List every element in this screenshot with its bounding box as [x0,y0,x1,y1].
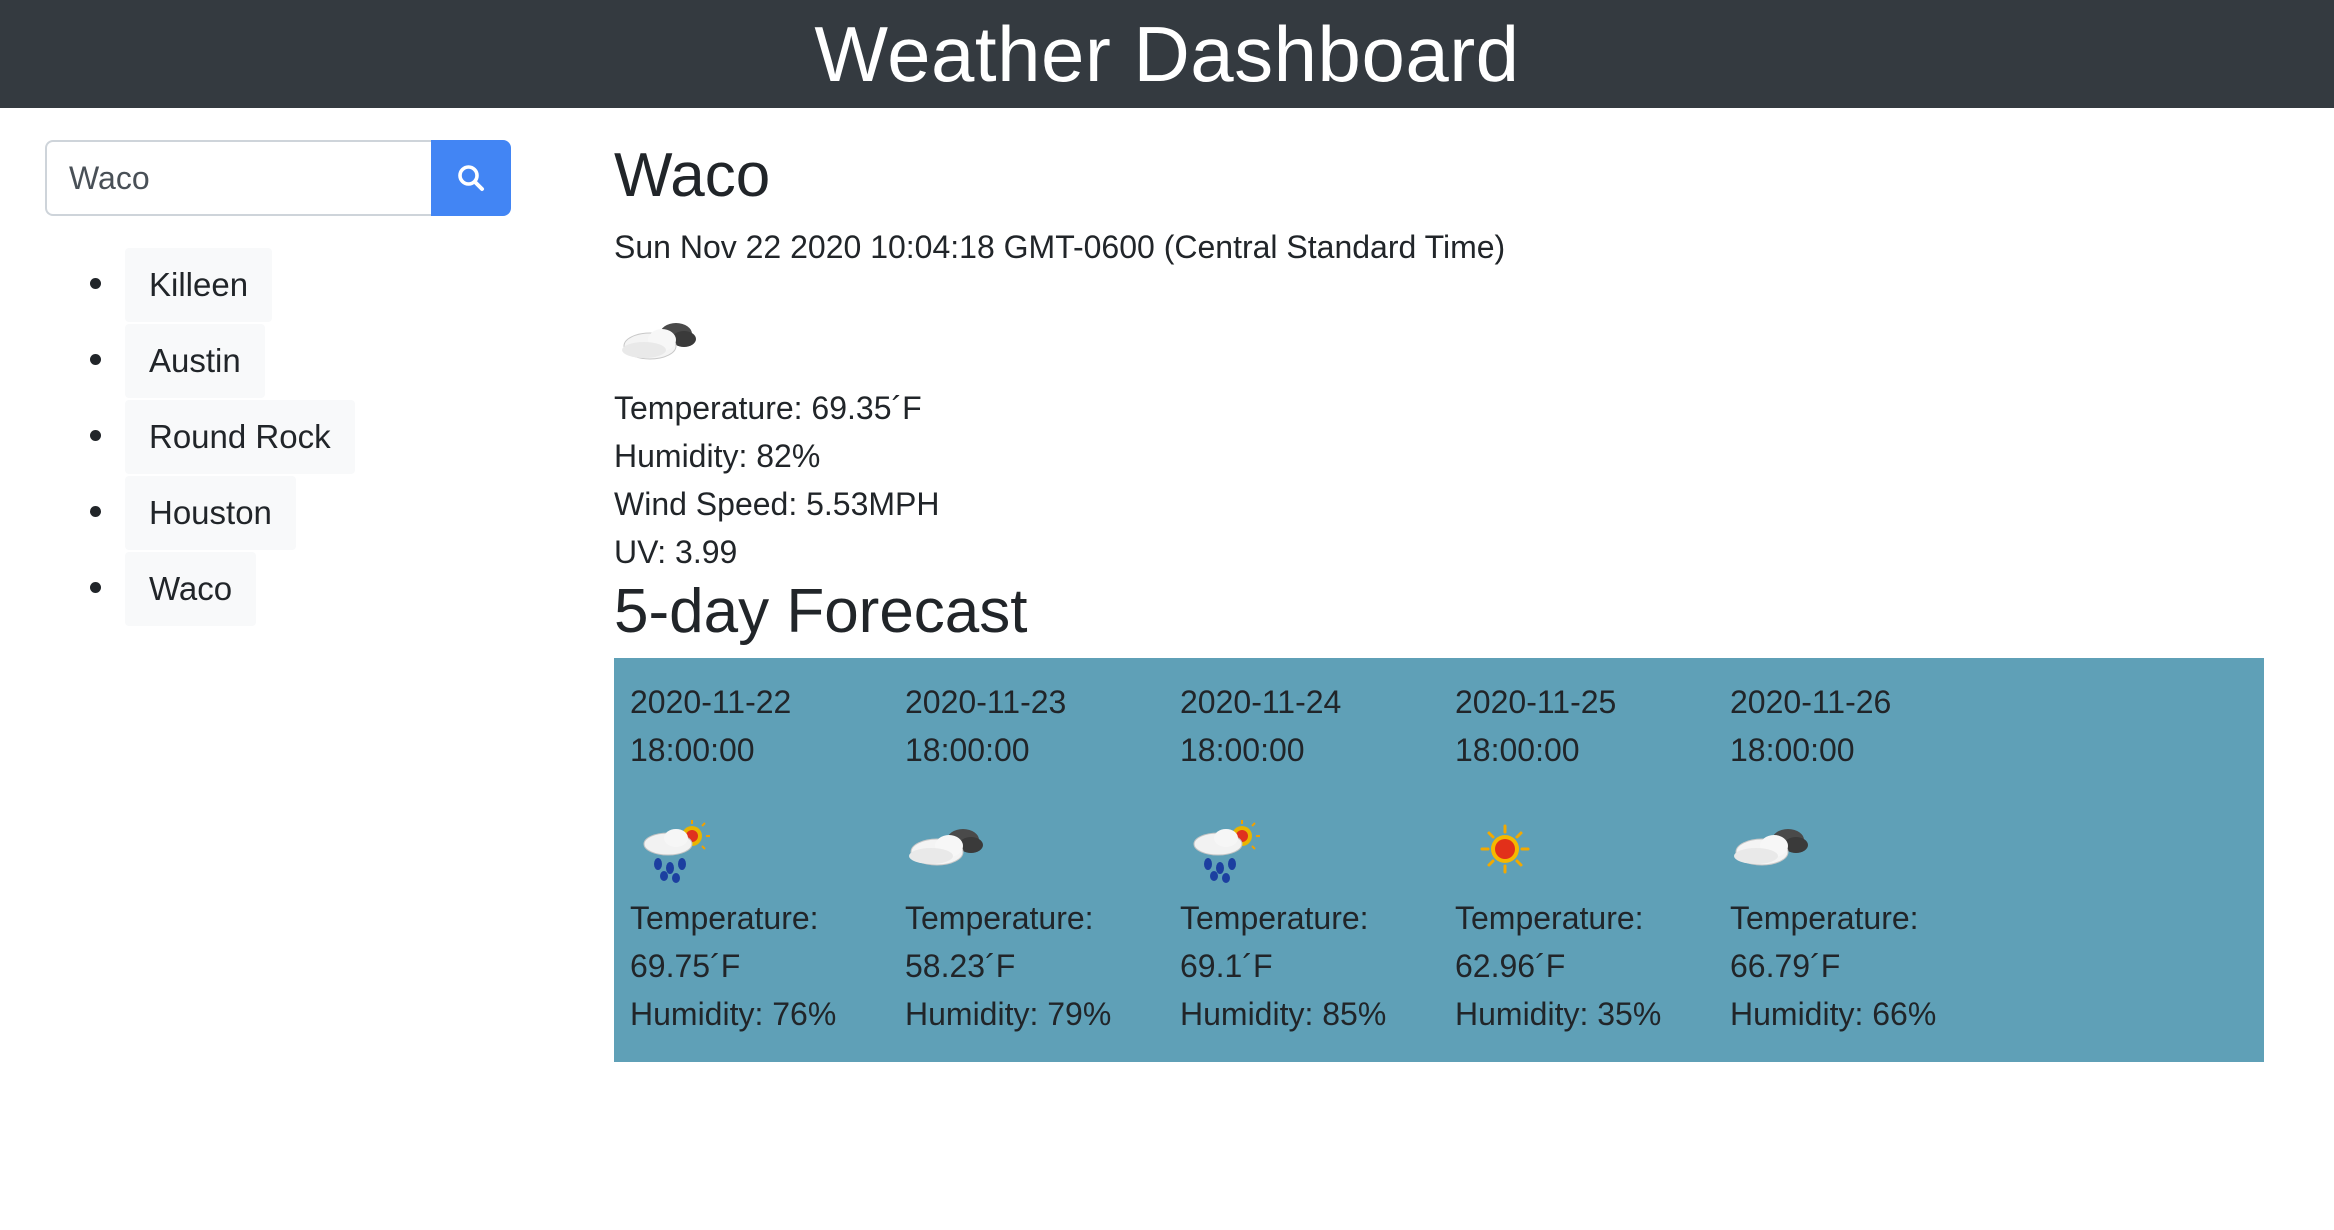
forecast-panel: 2020-11-22 18:00:00 Temperature: 69.75´F… [614,658,2264,1063]
history-city-button[interactable]: Round Rock [125,400,355,474]
bullet [90,582,101,593]
list-item: Houston [45,476,515,552]
history-city-button[interactable]: Houston [125,476,296,550]
bullet [90,430,101,441]
forecast-title: 5-day Forecast [614,577,1028,647]
current-wind-speed: Wind Speed: 5.53MPH [614,486,940,523]
forecast-icon-wrap [905,814,995,884]
list-item: Round Rock [45,400,515,476]
current-weather-icon-wrap [614,306,704,376]
forecast-time: 18:00:00 [905,732,1030,769]
forecast-temp-label: Temperature: [630,900,819,937]
forecast-icon-wrap [1180,814,1270,884]
navbar: Weather Dashboard [0,0,2334,108]
forecast-time: 18:00:00 [630,732,755,769]
bullet [90,278,101,289]
search-button[interactable] [431,140,511,216]
search-history-list: Killeen Austin Round Rock Houston Waco [45,248,515,628]
rain-sun-icon [643,820,710,884]
partly-cloudy-icon [622,323,696,360]
forecast-temperature: 62.96´F [1455,948,1566,985]
partly-cloudy-icon [909,829,983,866]
forecast-day: 2020-11-25 18:00:00 Temperature: 62.96´F… [1455,678,1715,1038]
forecast-humidity: Humidity: 85% [1180,996,1387,1033]
forecast-date: 2020-11-24 [1180,684,1342,721]
forecast-day: 2020-11-26 18:00:00 Temperature: 66.79´F… [1730,678,1990,1038]
forecast-time: 18:00:00 [1455,732,1580,769]
search-icon [458,165,484,191]
history-city-button[interactable]: Waco [125,552,257,626]
current-date: Sun Nov 22 2020 10:04:18 GMT-0600 (Centr… [614,229,1506,266]
forecast-icon-wrap [1455,814,1545,884]
forecast-icon-wrap [630,814,720,884]
current-city-title: Waco [614,141,771,210]
bullet [90,506,101,517]
forecast-temp-label: Temperature: [1180,900,1369,937]
history-city-button[interactable]: Austin [125,324,265,398]
forecast-temperature: 58.23´F [905,948,1016,985]
forecast-time: 18:00:00 [1180,732,1305,769]
page-title: Weather Dashboard [814,10,1520,98]
rain-sun-icon [1193,820,1260,884]
forecast-humidity: Humidity: 76% [630,996,837,1033]
current-humidity: Humidity: 82% [614,438,821,475]
forecast-day: 2020-11-24 18:00:00 Temperature: 69.1´F … [1180,678,1440,1038]
forecast-temperature: 69.75´F [630,948,741,985]
search-input[interactable] [45,140,431,216]
forecast-temp-label: Temperature: [1730,900,1919,937]
forecast-humidity: Humidity: 66% [1730,996,1937,1033]
partly-cloudy-icon [1734,829,1808,866]
forecast-icon-wrap [1730,814,1820,884]
forecast-temperature: 66.79´F [1730,948,1841,985]
forecast-humidity: Humidity: 35% [1455,996,1662,1033]
current-uv: UV: 3.99 [614,534,738,571]
forecast-humidity: Humidity: 79% [905,996,1112,1033]
forecast-date: 2020-11-22 [630,684,792,721]
sidebar: Killeen Austin Round Rock Houston Waco [45,140,515,628]
current-temperature: Temperature: 69.35´F [614,390,922,427]
history-city-button[interactable]: Killeen [125,248,273,322]
bullet [90,354,101,365]
forecast-temperature: 69.1´F [1180,948,1273,985]
sun-icon [1480,824,1530,874]
list-item: Killeen [45,248,515,324]
list-item: Waco [45,552,515,628]
forecast-time: 18:00:00 [1730,732,1855,769]
list-item: Austin [45,324,515,400]
forecast-day: 2020-11-22 18:00:00 Temperature: 69.75´F… [630,678,890,1038]
current-stats: Temperature: 69.35´F Humidity: 82% Wind … [614,384,2264,576]
main-content: Waco Sun Nov 22 2020 10:04:18 GMT-0600 (… [614,140,2264,1063]
forecast-date: 2020-11-26 [1730,684,1892,721]
forecast-temp-label: Temperature: [1455,900,1644,937]
forecast-date: 2020-11-25 [1455,684,1617,721]
forecast-temp-label: Temperature: [905,900,1094,937]
forecast-date: 2020-11-23 [905,684,1067,721]
search-group [45,140,515,216]
forecast-day: 2020-11-23 18:00:00 Temperature: 58.23´F… [905,678,1165,1038]
